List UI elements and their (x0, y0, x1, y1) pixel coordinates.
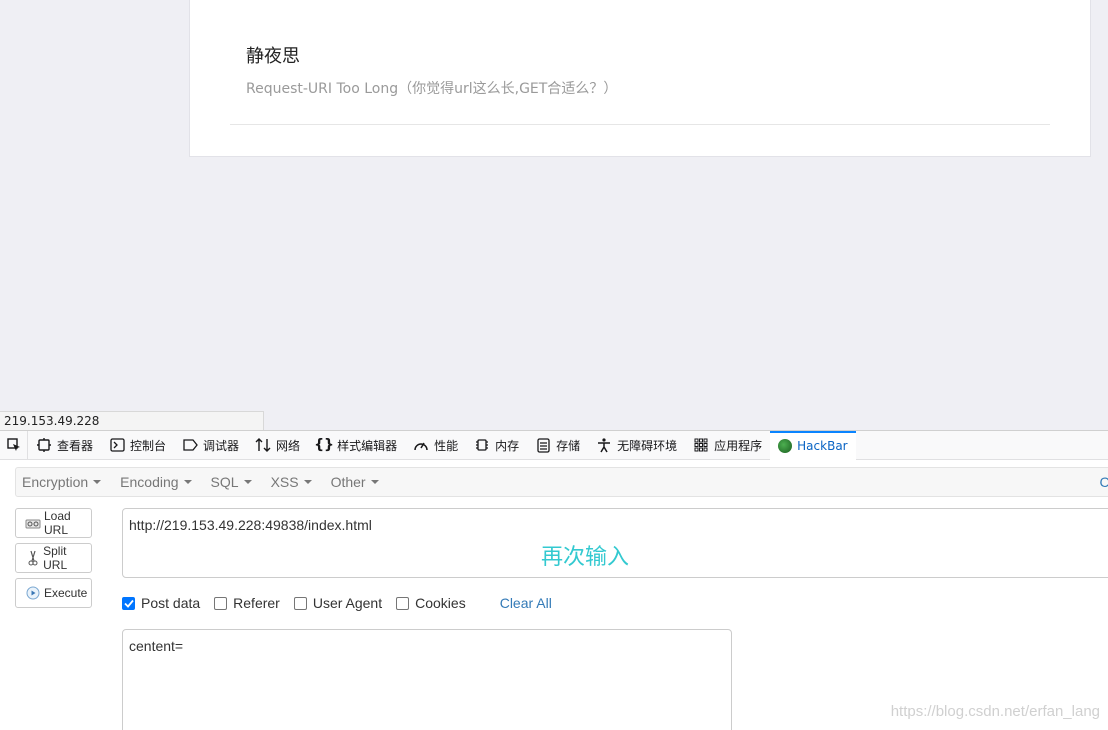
play-icon (25, 585, 41, 601)
checkbox-label: User Agent (312, 595, 383, 611)
menu-label: Encryption (22, 474, 89, 490)
accessibility-icon (596, 437, 612, 453)
tab-label: 无障碍环境 (617, 438, 678, 453)
checkbox-label: Cookies (415, 595, 466, 611)
tab-memory[interactable]: 内存 (466, 431, 527, 460)
storage-icon (535, 437, 551, 453)
checkbox-icon[interactable] (396, 596, 410, 610)
split-url-button[interactable]: Split URL (15, 543, 92, 573)
tab-label: HackBar (797, 439, 848, 453)
post-data-textarea[interactable]: centent= (122, 629, 732, 730)
caret-down-icon (370, 480, 379, 484)
url-textarea[interactable]: http://219.153.49.228:49838/index.html 再… (122, 508, 1108, 578)
divider (230, 124, 1050, 125)
devtools-tab-bar: 查看器 控制台 调试器 网络 {} 样式编辑器 性能 内存 存储 无障碍环境 应… (0, 430, 1108, 460)
caret-down-icon (183, 480, 192, 484)
checkbox-icon[interactable] (214, 596, 228, 610)
tab-performance[interactable]: 性能 (405, 431, 466, 460)
post-data-value: centent= (129, 638, 184, 654)
execute-button[interactable]: Execute (15, 578, 92, 608)
content-card: 静夜思 Request-URI Too Long（你觉得url这么长,GET合适… (189, 0, 1091, 157)
network-icon (255, 437, 271, 453)
tab-application[interactable]: 应用程序 (685, 431, 770, 460)
caret-down-icon (243, 480, 252, 484)
menu-encryption[interactable]: Encryption (16, 474, 107, 490)
tab-storage[interactable]: 存储 (527, 431, 588, 460)
menu-label: XSS (270, 474, 299, 490)
caret-down-icon (93, 480, 102, 484)
checkbox-user-agent[interactable]: User Agent (293, 595, 383, 611)
annotation-text: 再次输入 (541, 545, 630, 570)
options-row: Post data Referer User Agent Cookies Cle… (122, 595, 552, 611)
clear-all-link[interactable]: Clear All (500, 595, 552, 611)
tab-label: 网络 (276, 438, 301, 453)
error-message: Request-URI Too Long（你觉得url这么长,GET合适么？） (246, 81, 618, 97)
checkbox-cookies[interactable]: Cookies (396, 595, 466, 611)
style-editor-icon: {} (314, 437, 335, 453)
contribute-link[interactable]: Cor (1099, 474, 1108, 490)
devtools-panel: 查看器 控制台 调试器 网络 {} 样式编辑器 性能 内存 存储 无障碍环境 应… (0, 430, 1108, 730)
performance-icon (413, 437, 429, 453)
element-picker-icon[interactable] (0, 430, 28, 460)
menu-sql[interactable]: SQL (205, 474, 258, 490)
inspector-icon (36, 437, 52, 453)
checkbox-icon[interactable] (293, 596, 307, 610)
tab-label: 查看器 (57, 438, 94, 453)
tab-label: 调试器 (203, 438, 240, 453)
menu-encoding[interactable]: Encoding (114, 474, 197, 490)
menu-label: SQL (210, 474, 239, 490)
menu-xss[interactable]: XSS (265, 474, 318, 490)
checkbox-label: Referer (233, 595, 280, 611)
debugger-icon (182, 437, 198, 453)
status-url: 219.153.49.228 (0, 411, 264, 431)
tab-label: 存储 (556, 438, 581, 453)
console-icon (109, 437, 125, 453)
tab-label: 应用程序 (714, 438, 763, 453)
watermark: https://blog.csdn.net/erfan_lang (890, 703, 1100, 720)
scissors-icon (25, 550, 40, 566)
tab-debugger[interactable]: 调试器 (174, 431, 247, 460)
tab-label: 控制台 (130, 438, 167, 453)
tab-label: 性能 (434, 438, 459, 453)
load-url-button[interactable]: Load URL (15, 508, 92, 538)
menu-label: Encoding (120, 474, 179, 490)
url-value: http://219.153.49.228:49838/index.html (129, 517, 372, 533)
button-label: Load URL (44, 509, 71, 537)
load-url-icon (25, 515, 41, 531)
page-title: 静夜思 (246, 46, 300, 67)
tab-console[interactable]: 控制台 (101, 431, 174, 460)
checkbox-label: Post data (141, 595, 201, 611)
menu-label: Other (330, 474, 366, 490)
tab-accessibility[interactable]: 无障碍环境 (588, 431, 685, 460)
checkbox-referer[interactable]: Referer (214, 595, 280, 611)
menu-other[interactable]: Other (325, 474, 385, 490)
caret-down-icon (303, 480, 312, 484)
application-icon (693, 437, 709, 453)
button-label: Execute (44, 586, 88, 600)
checkbox-post-data[interactable]: Post data (122, 595, 200, 611)
tab-inspector[interactable]: 查看器 (28, 431, 101, 460)
hackbar-menubar: Encryption Encoding SQL XSS Other Cor (15, 467, 1108, 497)
tab-style-editor[interactable]: {} 样式编辑器 (308, 431, 405, 460)
memory-icon (474, 437, 490, 453)
tab-label: 样式编辑器 (337, 438, 398, 453)
tab-network[interactable]: 网络 (247, 431, 308, 460)
checkbox-checked-icon[interactable] (122, 596, 135, 610)
hackbar-icon (778, 439, 793, 453)
tab-hackbar[interactable]: HackBar (770, 430, 856, 460)
tab-label: 内存 (495, 438, 520, 453)
button-label: Split URL (43, 544, 68, 572)
